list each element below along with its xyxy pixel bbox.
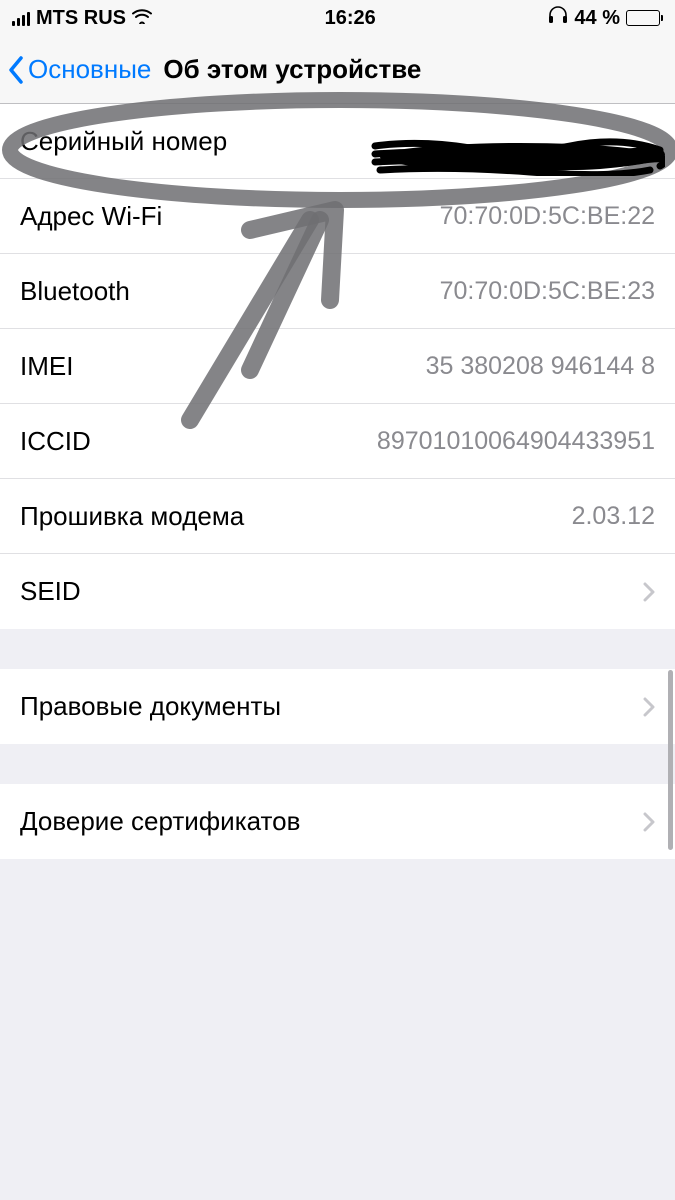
status-time: 16:26 <box>325 7 376 30</box>
row-value: 2.03.12 <box>572 502 655 531</box>
page-title: Об этом устройстве <box>163 54 421 85</box>
row-label: ICCID <box>20 426 91 457</box>
row-imei[interactable]: IMEI 35 380208 946144 8 <box>0 329 675 404</box>
carrier-label: MTS RUS <box>36 7 126 30</box>
chevron-right-icon <box>643 812 655 832</box>
row-modem-firmware[interactable]: Прошивка модема 2.03.12 <box>0 479 675 554</box>
row-label: Доверие сертификатов <box>20 806 300 837</box>
chevron-left-icon <box>8 56 24 84</box>
row-label: SEID <box>20 576 81 607</box>
wifi-icon <box>132 7 152 30</box>
serial-redaction <box>370 138 665 176</box>
battery-icon <box>626 10 663 26</box>
status-right: 44 % <box>548 6 663 30</box>
row-wifi-address[interactable]: Адрес Wi-Fi 70:70:0D:5C:BE:22 <box>0 179 675 254</box>
status-bar: MTS RUS 16:26 44 % <box>0 0 675 36</box>
row-iccid[interactable]: ICCID 89701010064904433951 <box>0 404 675 479</box>
row-label: Адрес Wi-Fi <box>20 201 162 232</box>
chevron-right-icon <box>643 582 655 602</box>
row-value: 70:70:0D:5C:BE:22 <box>440 202 655 231</box>
settings-group-legal: Правовые документы <box>0 669 675 744</box>
back-label: Основные <box>28 54 151 85</box>
row-label: Серийный номер <box>20 126 227 157</box>
row-legal[interactable]: Правовые документы <box>0 669 675 744</box>
cellular-signal-icon <box>12 10 30 26</box>
settings-group-device-info: Серийный номер Адрес Wi-Fi 70:70:0D:5C:B… <box>0 104 675 629</box>
navigation-bar: Основные Об этом устройстве <box>0 36 675 104</box>
row-value: 89701010064904433951 <box>377 427 655 456</box>
row-certificate-trust[interactable]: Доверие сертификатов <box>0 784 675 859</box>
back-button[interactable]: Основные <box>8 54 151 85</box>
scrollbar[interactable] <box>668 670 673 850</box>
chevron-right-icon <box>643 697 655 717</box>
headphones-icon <box>548 6 568 30</box>
row-value: 35 380208 946144 8 <box>426 352 655 381</box>
row-label: Правовые документы <box>20 691 281 722</box>
row-label: Прошивка модема <box>20 501 244 532</box>
row-value: 70:70:0D:5C:BE:23 <box>440 277 655 306</box>
row-label: Bluetooth <box>20 276 130 307</box>
row-bluetooth[interactable]: Bluetooth 70:70:0D:5C:BE:23 <box>0 254 675 329</box>
settings-group-certificates: Доверие сертификатов <box>0 784 675 859</box>
battery-percent: 44 % <box>574 7 620 30</box>
row-label: IMEI <box>20 351 73 382</box>
status-left: MTS RUS <box>12 7 152 30</box>
row-seid[interactable]: SEID <box>0 554 675 629</box>
